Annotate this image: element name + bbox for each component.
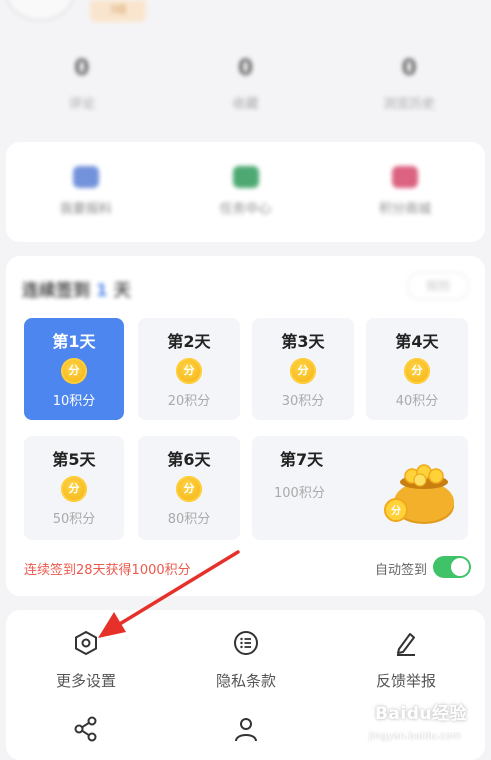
coin-icon: 分 [176, 358, 202, 384]
stat-number: 0 [237, 56, 254, 81]
stat-favorites[interactable]: 0 收藏 [164, 50, 328, 125]
day-points: 50积分 [52, 512, 96, 527]
day-points: 80积分 [167, 512, 211, 527]
points-mall-icon [392, 166, 419, 188]
hexagon-settings-icon [75, 630, 97, 656]
stat-label: 收藏 [232, 97, 259, 112]
checkin-title: 连续签到 1 天 [22, 276, 131, 301]
coin-icon: 分 [404, 358, 430, 384]
quick-link-label: 积分商城 [379, 202, 432, 217]
checkin-title-prefix: 连续签到 [22, 281, 90, 301]
coin-icon: 分 [61, 476, 87, 502]
streak-reward-text: 连续签到28天获得1000积分 [24, 563, 191, 578]
rules-button[interactable]: 规则 [407, 272, 469, 300]
day-3-card[interactable]: 第3天 分 30积分 [252, 318, 354, 420]
checkin-title-suffix: 天 [113, 281, 131, 301]
menu-item-privacy[interactable]: 隐私条款 [176, 630, 316, 691]
coin-icon: 分 [176, 476, 202, 502]
pen-icon [397, 633, 415, 656]
auto-checkin-toggle[interactable] [433, 556, 471, 578]
profile-header: 3级 [0, 0, 491, 30]
checkin-card: 连续签到 1 天 规则 第1天 分 10积分 第2天 分 20积分 第3天 分 … [6, 256, 485, 596]
day-title: 第5天 [52, 450, 96, 469]
stat-comments[interactable]: 0 评论 [0, 50, 164, 125]
day-title: 第4天 [395, 332, 439, 351]
watermark-url: jingyan.baidu.com [368, 731, 461, 742]
stats-row: 0 评论 0 收藏 0 浏览历史 [0, 50, 491, 125]
quick-link-label: 任务中心 [219, 202, 272, 217]
watermark: Baidu经验 [374, 704, 467, 724]
day-title: 第1天 [52, 332, 96, 351]
day-title: 第3天 [281, 332, 325, 351]
avatar[interactable] [4, 0, 76, 22]
coin-icon: 分 [61, 358, 87, 384]
day-5-card[interactable]: 第5天 分 50积分 [24, 436, 124, 540]
stat-label: 浏览历史 [383, 97, 436, 112]
menu-item-feedback[interactable]: 反馈举报 [336, 630, 476, 691]
day-title: 第6天 [167, 450, 211, 469]
stat-history[interactable]: 0 浏览历史 [327, 50, 491, 125]
day-title: 第2天 [167, 332, 211, 351]
quick-link-tasks[interactable]: 任务中心 [166, 142, 326, 242]
day-1-card[interactable]: 第1天 分 10积分 [24, 318, 124, 420]
quick-link-mall[interactable]: 积分商城 [325, 142, 485, 242]
level-badge: 3级 [90, 0, 146, 22]
stat-number: 0 [74, 56, 90, 81]
task-center-icon [232, 166, 259, 188]
coin-icon: 分 [290, 358, 316, 384]
report-icon [72, 166, 99, 188]
day-4-card[interactable]: 第4天 分 40积分 [366, 318, 468, 420]
day-points: 30积分 [281, 394, 325, 409]
day-points: 40积分 [395, 394, 439, 409]
auto-checkin-label: 自动签到 [374, 563, 427, 578]
day-7-card[interactable]: 第7天 100积分 分 [252, 436, 468, 540]
menu-item-account[interactable] [176, 716, 316, 742]
day-points: 20积分 [167, 394, 211, 409]
menu-item-share[interactable] [16, 716, 156, 742]
menu-label: 隐私条款 [215, 672, 276, 690]
quick-links-card: 我要报料 任务中心 积分商城 [6, 142, 485, 242]
menu-label: 更多设置 [55, 672, 116, 690]
day-points: 10积分 [52, 394, 96, 409]
list-icon [234, 631, 258, 655]
quick-link-label: 我要报料 [59, 202, 112, 217]
quick-link-report[interactable]: 我要报料 [6, 142, 166, 242]
share-icon [74, 716, 97, 742]
stat-label: 评论 [68, 97, 95, 112]
pot-coin-text: 分 [391, 504, 401, 517]
day-6-card[interactable]: 第6天 分 80积分 [138, 436, 240, 540]
day-2-card[interactable]: 第2天 分 20积分 [138, 318, 240, 420]
user-icon [235, 718, 257, 742]
stat-number: 0 [401, 56, 417, 81]
menu-label: 反馈举报 [375, 672, 436, 690]
treasure-pot-icon: 分 [384, 464, 454, 524]
checkin-days-count: 1 [95, 281, 108, 301]
menu-item-more-settings[interactable]: 更多设置 [16, 630, 156, 691]
